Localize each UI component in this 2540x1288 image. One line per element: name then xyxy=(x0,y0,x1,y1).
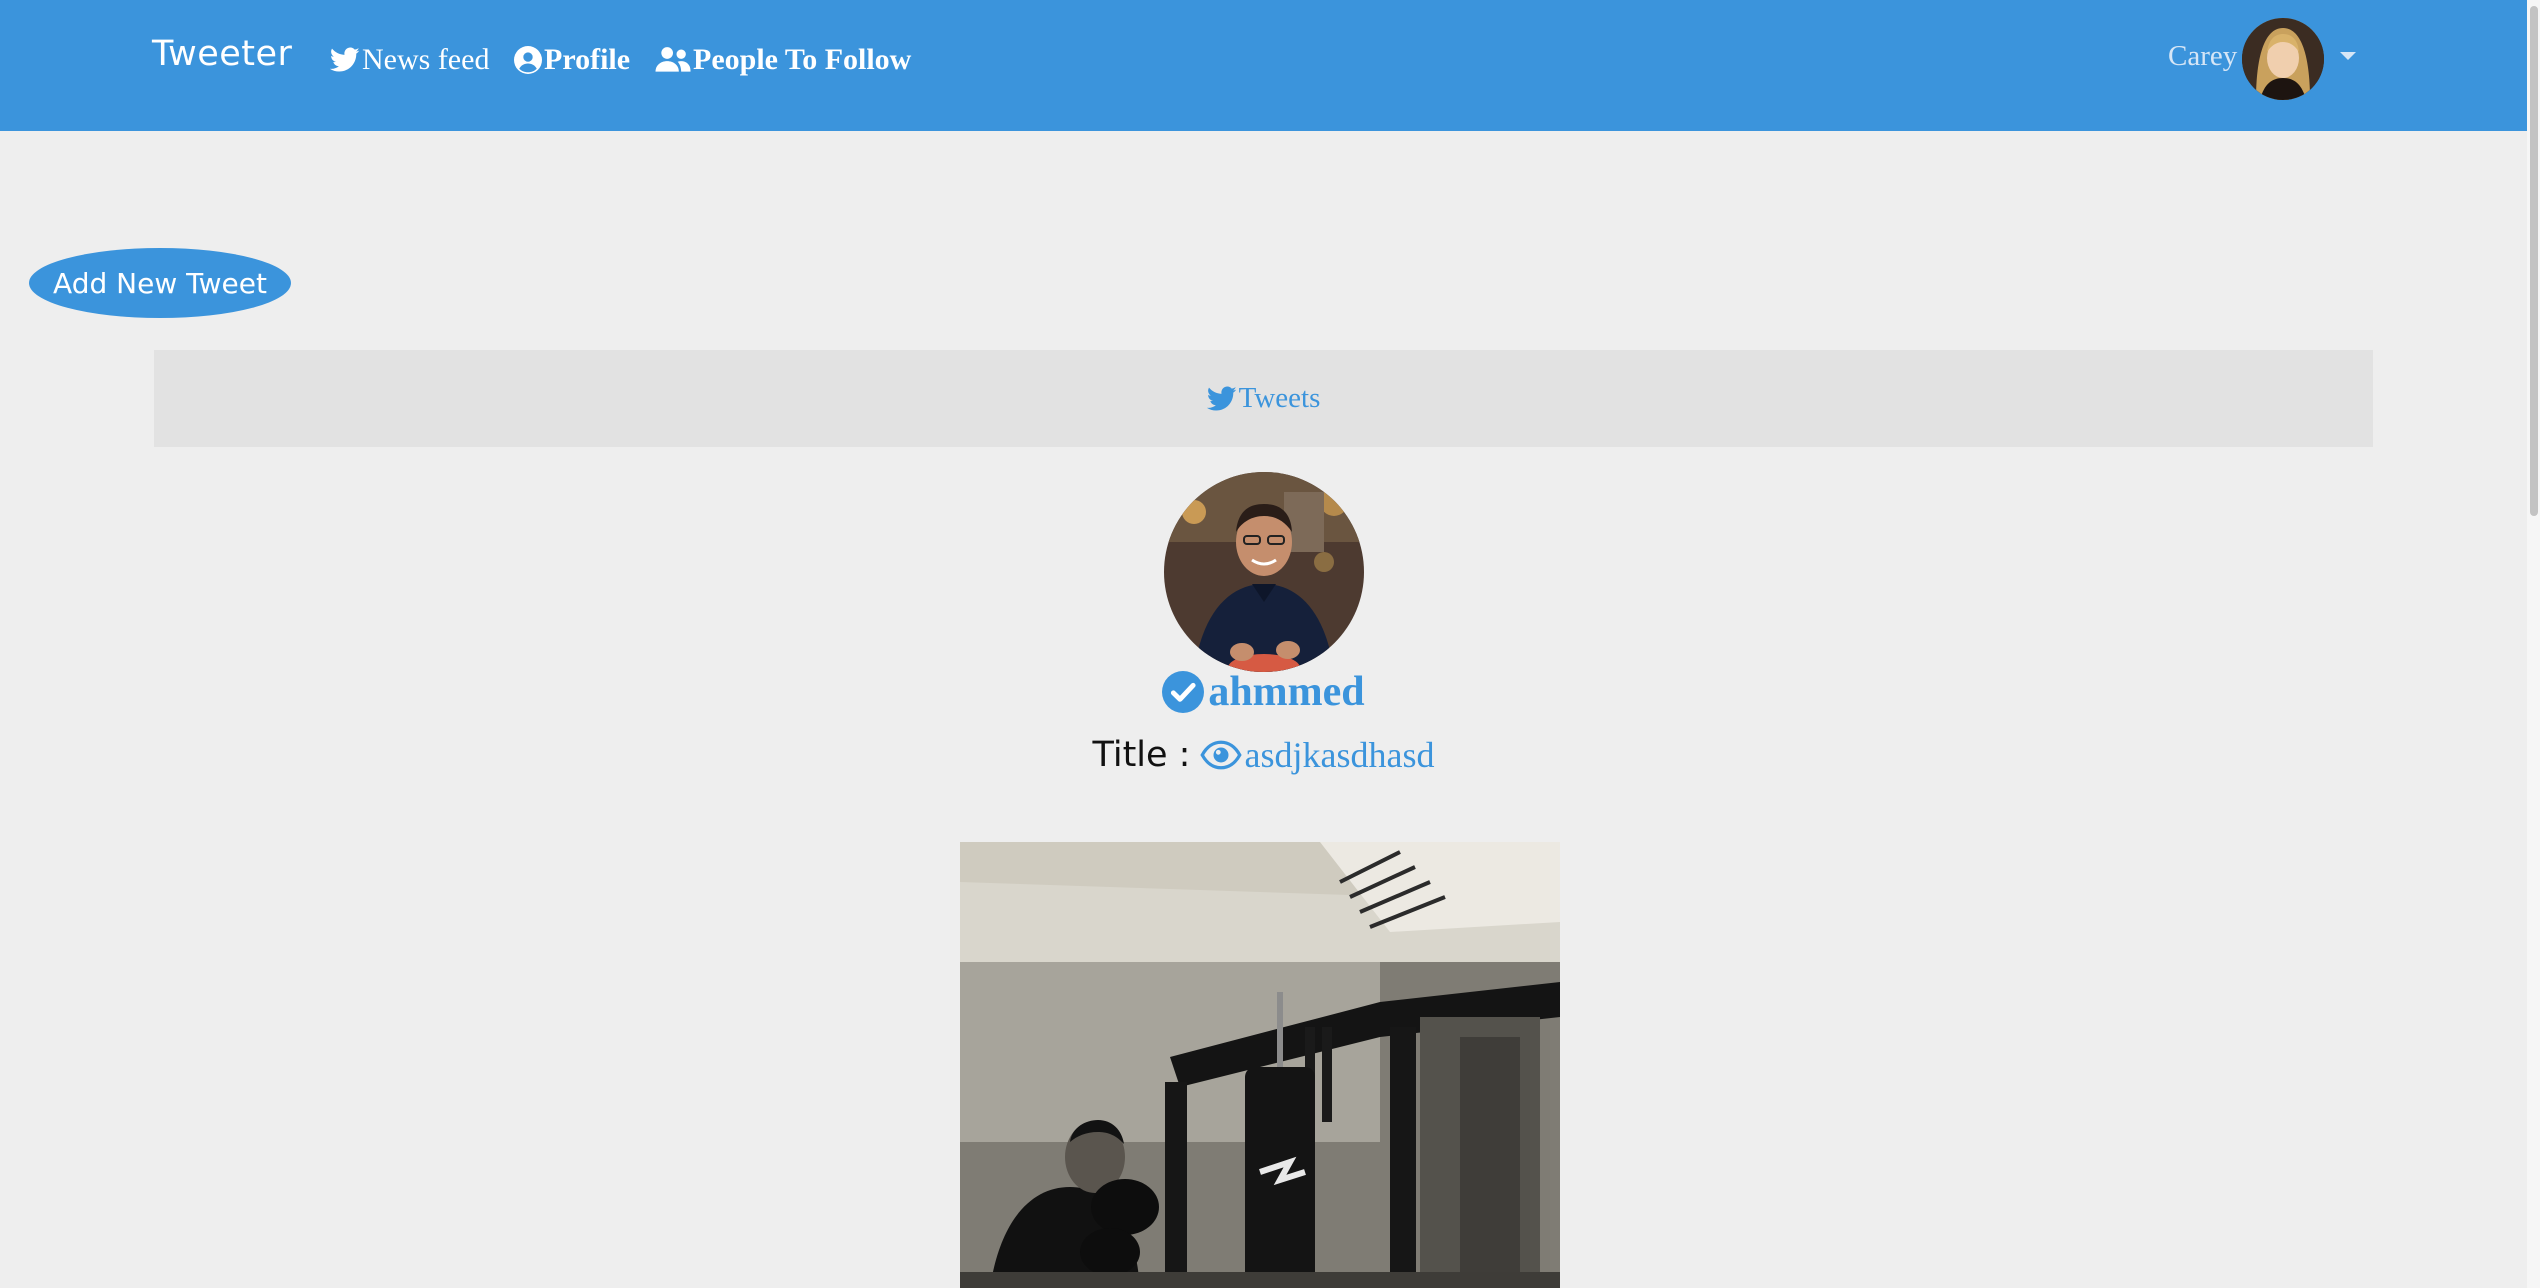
tweet-title-value: asdjkasdhasd xyxy=(1244,735,1435,775)
tweet-author-avatar[interactable] xyxy=(1164,472,1364,672)
tweet-author[interactable]: ahmmed xyxy=(0,668,2527,716)
eye-icon xyxy=(1200,740,1243,770)
tweet-author-name: ahmmed xyxy=(1208,669,1365,715)
tab-tweets-label: Tweets xyxy=(1238,382,1321,414)
check-circle-icon xyxy=(1162,671,1205,713)
author-photo xyxy=(1164,472,1364,672)
current-user-avatar[interactable] xyxy=(2242,18,2324,100)
tweet-title-label: Title : xyxy=(1092,735,1191,775)
nav-people-label: People To Follow xyxy=(693,43,912,76)
tweet-title-link[interactable]: asdjkasdhasd xyxy=(1200,734,1434,776)
user-photo xyxy=(2242,18,2324,100)
twitter-icon xyxy=(1206,386,1237,410)
user-circle-icon xyxy=(514,46,542,74)
tweet-photo xyxy=(960,842,1560,1288)
user-menu-chevron-down-icon[interactable] xyxy=(2340,52,2356,60)
tweets-tab-bar: Tweets xyxy=(154,350,2373,447)
nav-news-feed-label: News feed xyxy=(362,43,490,76)
nav-people-to-follow[interactable]: People To Follow xyxy=(655,38,911,82)
top-navbar: Tweeter News feed Profile People To Foll… xyxy=(0,0,2527,131)
nav-news-feed[interactable]: News feed xyxy=(330,38,489,82)
tab-tweets[interactable]: Tweets xyxy=(1206,382,1321,415)
brand-link[interactable]: Tweeter xyxy=(152,34,292,74)
add-new-tweet-button[interactable]: Add New Tweet xyxy=(29,248,291,318)
tweet-title-line: Title : asdjkasdhasd xyxy=(0,734,2527,776)
page-scrollbar-thumb[interactable] xyxy=(2530,6,2538,516)
nav-profile[interactable]: Profile xyxy=(514,38,630,82)
tweet-image[interactable] xyxy=(960,842,1560,1288)
current-user-name[interactable]: Carey xyxy=(2168,40,2237,73)
users-icon xyxy=(655,47,691,72)
nav-profile-label: Profile xyxy=(544,43,631,76)
twitter-icon xyxy=(330,47,360,72)
